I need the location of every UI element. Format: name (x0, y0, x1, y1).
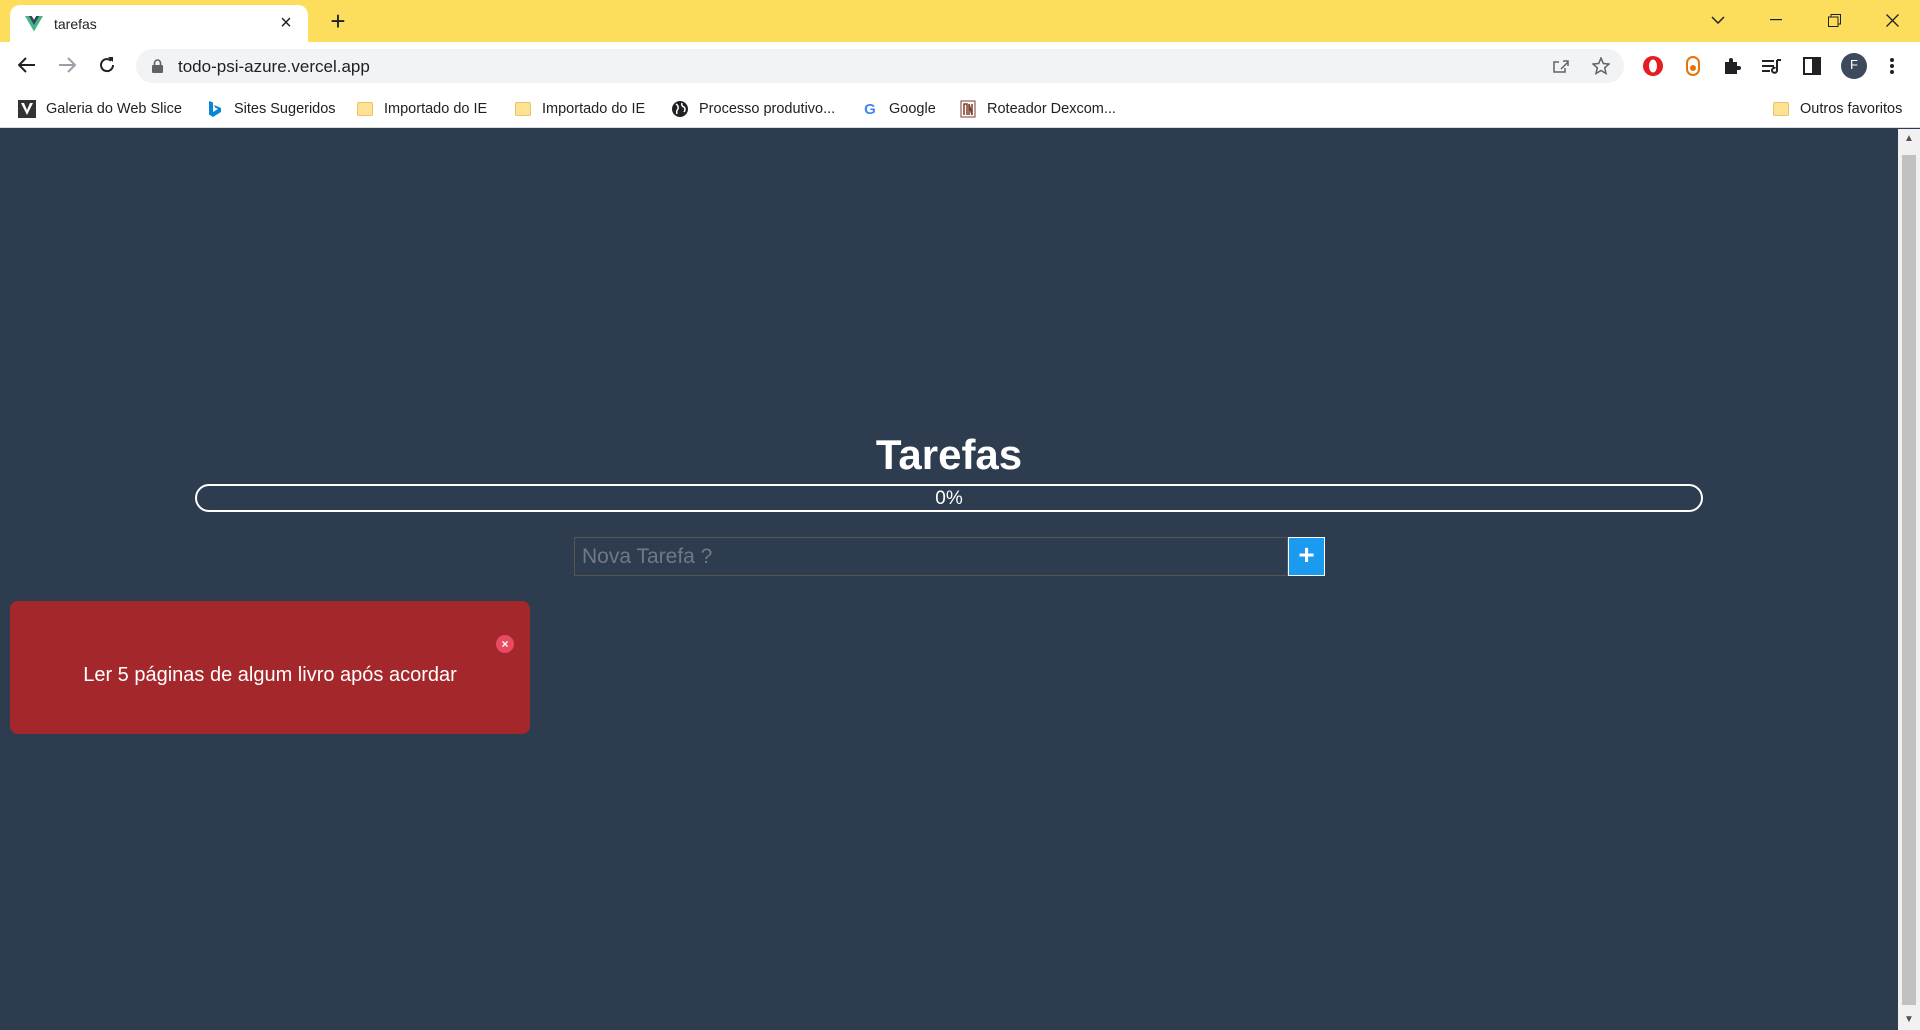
close-window-icon[interactable] (1866, 0, 1918, 40)
puzzle-icon[interactable] (1719, 53, 1745, 79)
profile-avatar[interactable]: F (1839, 51, 1869, 81)
tab-search-icon[interactable] (1692, 0, 1744, 40)
bookmark-item[interactable]: G Google (861, 98, 936, 120)
bookmark-label: Importado do IE (542, 101, 646, 117)
browser-tab[interactable]: tarefas × (10, 5, 308, 42)
media-control-icon[interactable] (1759, 53, 1785, 79)
bookmark-label: Google (889, 101, 936, 117)
bookmark-folder[interactable]: Importado do IE (356, 98, 487, 120)
new-tab-button[interactable]: + (324, 8, 352, 36)
web-slice-icon (18, 100, 36, 118)
bookmark-label: Importado do IE (384, 101, 488, 117)
bookmark-star-icon[interactable] (1590, 56, 1612, 76)
page-scrollbar[interactable]: ▲ ▼ (1898, 129, 1920, 1030)
forward-icon[interactable] (51, 49, 83, 81)
opera-icon[interactable] (1640, 53, 1666, 79)
url-text: todo-psi-azure.vercel.app (178, 57, 370, 76)
google-icon: G (864, 100, 876, 118)
bookmark-label: Roteador Dexcom... (987, 101, 1116, 117)
bookmark-item[interactable]: Sites Sugeridos (206, 98, 336, 120)
progress-label: 0% (935, 488, 963, 509)
back-icon[interactable] (11, 49, 43, 81)
task-card[interactable]: × Ler 5 páginas de algum livro após acor… (10, 601, 530, 734)
folder-icon (356, 100, 374, 118)
bookmark-folder[interactable]: Importado do IE (514, 98, 645, 120)
scroll-down-icon[interactable]: ▼ (1903, 1014, 1915, 1026)
close-tab-icon[interactable]: × (276, 13, 296, 33)
globe-icon (671, 100, 689, 118)
vue-logo-icon (24, 14, 44, 34)
bing-icon (206, 100, 224, 118)
bookmark-label: Galeria do Web Slice (46, 101, 182, 117)
progress-bar: 0% (195, 484, 1703, 512)
address-bar[interactable]: todo-psi-azure.vercel.app (136, 49, 1624, 83)
tab-title: tarefas (54, 15, 97, 32)
other-bookmarks-label: Outros favoritos (1800, 101, 1903, 117)
extension-icon[interactable] (1680, 53, 1706, 79)
browser-toolbar: todo-psi-azure.vercel.app F (0, 42, 1920, 88)
bookmarks-bar: Galeria do Web Slice Sites Sugeridos Imp… (0, 88, 1920, 128)
minimize-icon[interactable] (1750, 0, 1802, 40)
scroll-up-icon[interactable]: ▲ (1903, 133, 1915, 145)
delete-task-icon[interactable]: × (496, 635, 514, 653)
side-panel-icon[interactable] (1799, 53, 1825, 79)
bookmark-item[interactable]: Galeria do Web Slice (18, 98, 182, 120)
page-title: Tarefas (875, 431, 1023, 478)
new-task-input[interactable] (574, 537, 1288, 576)
page-viewport: Tarefas 0% + × Ler 5 páginas de algum li… (0, 129, 1898, 1030)
lock-icon[interactable] (152, 59, 163, 78)
menu-kebab-icon[interactable] (1879, 53, 1905, 79)
tab-strip: tarefas × + (0, 0, 1920, 42)
other-bookmarks-folder[interactable]: Outros favoritos (1772, 98, 1902, 120)
profile-initial: F (1850, 57, 1858, 72)
bookmark-label: Sites Sugeridos (234, 101, 336, 117)
reload-icon[interactable] (91, 49, 123, 81)
add-task-button[interactable]: + (1288, 537, 1325, 576)
folder-icon (1772, 100, 1790, 118)
bookmark-label: Processo produtivo... (699, 101, 836, 117)
bookmark-item[interactable]: Roteador Dexcom... (959, 98, 1116, 120)
share-icon[interactable] (1550, 56, 1572, 76)
scroll-thumb[interactable] (1902, 155, 1916, 1005)
folder-icon (514, 100, 532, 118)
bookmark-item[interactable]: Processo produtivo... (671, 98, 835, 120)
restore-icon[interactable] (1808, 0, 1860, 40)
router-icon (959, 100, 977, 118)
task-text: Ler 5 páginas de algum livro após acorda… (83, 664, 457, 686)
